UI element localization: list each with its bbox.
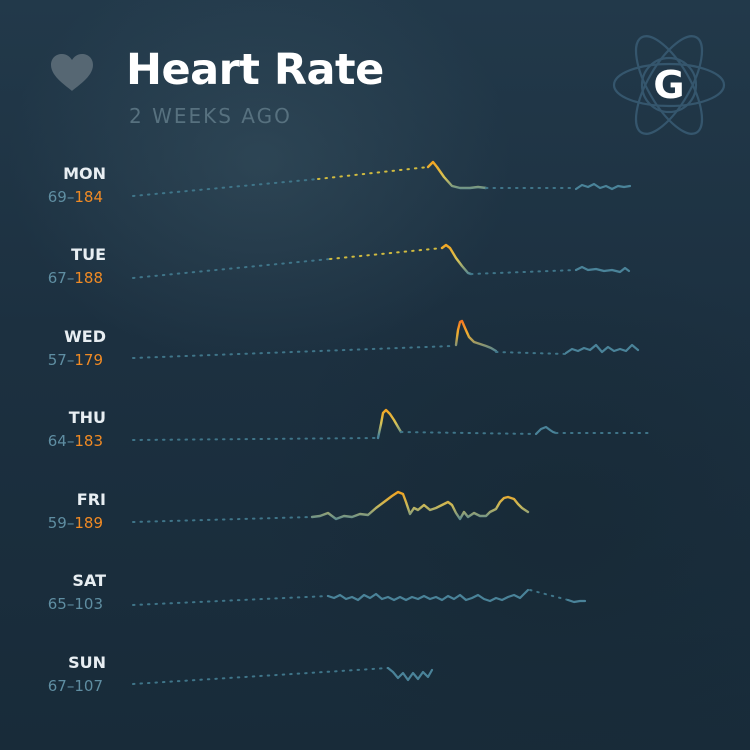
trace-fri: [132, 490, 530, 523]
trace-sat: [132, 588, 587, 606]
heart-rate-screen: Heart Rate 2 WEEKS AGO G MON 69–184 TUE …: [0, 0, 750, 750]
trace-thu: [132, 408, 649, 441]
trace-tue: [132, 243, 631, 279]
trace-wed: [132, 319, 640, 359]
heart-rate-traces: [132, 160, 649, 685]
trace-mon: [132, 160, 632, 197]
trace-sun: [132, 666, 434, 685]
